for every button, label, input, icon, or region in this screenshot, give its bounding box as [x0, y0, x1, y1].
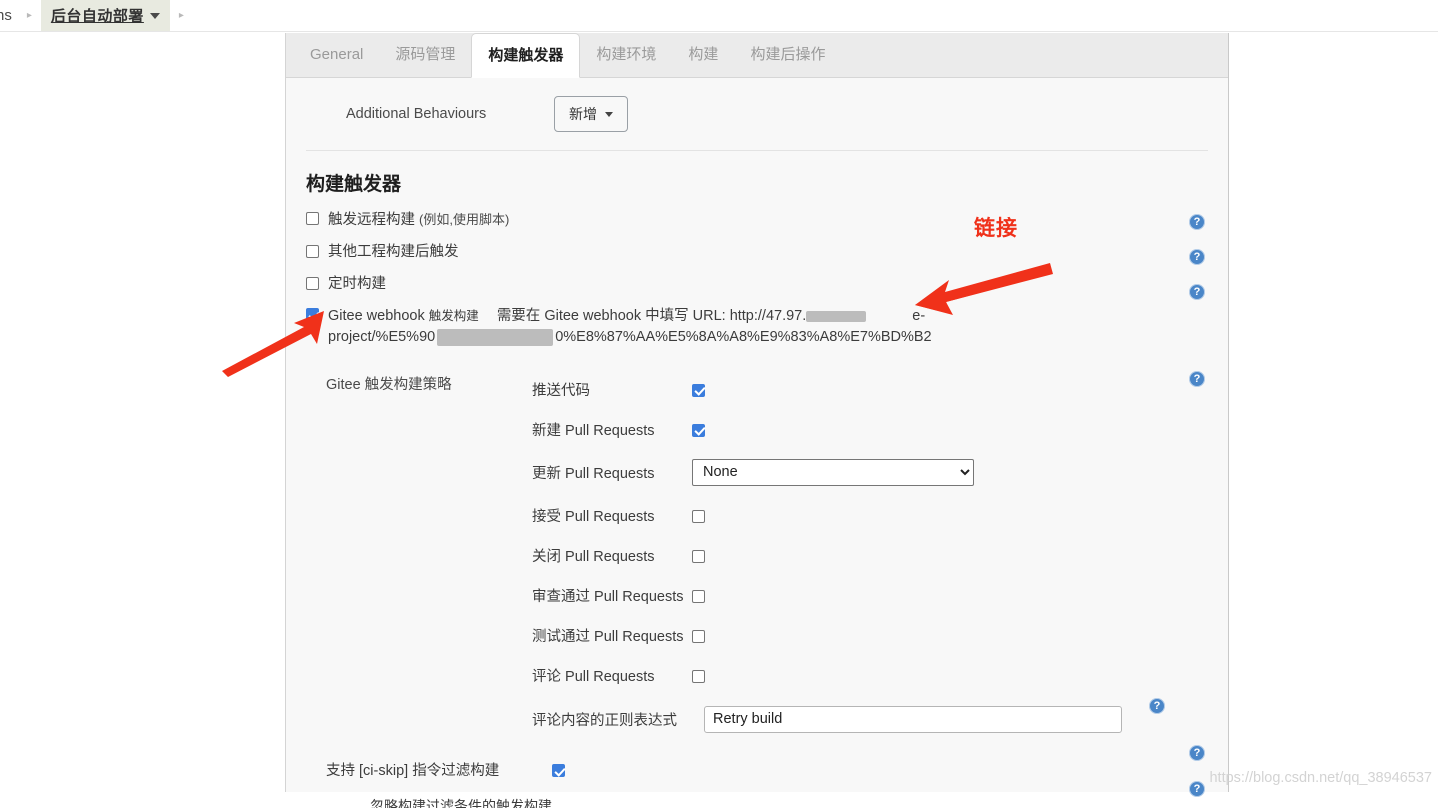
select-update-pull-requests[interactable]: None [692, 458, 974, 486]
trigger-label-remote-build: 触发远程构建 [328, 212, 420, 228]
trigger-row-scheduled-build[interactable]: 定时构建 [306, 269, 1228, 301]
gitee-trigger-strategy-block: Gitee 触发构建策略 推送代码 新建 Pull Requests 更新 Pu… [306, 355, 1228, 743]
help-icon-clipped-bottom[interactable]: ? [1189, 781, 1205, 797]
redaction-bar-url-path [437, 328, 554, 346]
field-row-push-code: 推送代码 [532, 369, 1228, 409]
field-row-new-pull-requests: 新建 Pull Requests [532, 409, 1228, 449]
checkbox-review-passed-pull-requests[interactable] [692, 589, 705, 603]
breadcrumb-active-label: 后台自动部署 [50, 8, 144, 25]
gitee-webhook-title-suffix: 触发构建 [428, 309, 479, 323]
tab-source-code-management[interactable]: 源码管理 [379, 33, 471, 77]
field-row-comment-pull-requests: 评论 Pull Requests [532, 655, 1228, 695]
add-behaviour-button[interactable]: 新增 [554, 96, 628, 132]
annotation-arrow-up-right [222, 311, 324, 377]
field-row-update-pull-requests: 更新 Pull Requests None [532, 449, 1228, 495]
trigger-row-after-other-projects[interactable]: 其他工程构建后触发 [306, 237, 1228, 269]
gitee-webhook-url-line2-suffix: 0%E8%87%AA%E5%8A%A8%E9%83%A8%E7%BD%B2 [555, 329, 932, 345]
redaction-bar-url-host [806, 310, 867, 322]
label-accept-pull-requests: 接受 Pull Requests [532, 508, 655, 525]
breadcrumb-separator-icon-2: ▸ [178, 10, 184, 21]
label-close-pull-requests: 关闭 Pull Requests [532, 548, 655, 565]
help-icon-scheduled-build[interactable]: ? [1189, 284, 1205, 300]
help-icon-comment-regex[interactable]: ? [1149, 698, 1165, 714]
tab-general[interactable]: General [294, 33, 379, 77]
build-triggers-form: 触发远程构建 (例如,使用脚本) 其他工程构建后触发 定时构建 Gitee we… [286, 204, 1228, 808]
field-row-review-passed-pull-requests: 审查通过 Pull Requests [532, 575, 1228, 615]
checkbox-trigger-scheduled-build[interactable] [306, 277, 319, 290]
field-row-test-passed-pull-requests: 测试通过 Pull Requests [532, 615, 1228, 655]
trigger-label-scheduled-build: 定时构建 [328, 276, 386, 292]
add-behaviour-label: 新增 [569, 106, 597, 122]
breadcrumb-separator-icon: ▸ [26, 10, 32, 21]
field-row-accept-pull-requests: 接受 Pull Requests [532, 495, 1228, 535]
help-icon-after-other-projects[interactable]: ? [1189, 249, 1205, 265]
trigger-label-after-other-projects: 其他工程构建后触发 [328, 244, 459, 260]
page-title: 构建触发器 [306, 174, 402, 195]
checkbox-trigger-remote-build[interactable] [306, 212, 319, 225]
gitee-webhook-url-prefix: 需要在 Gitee webhook 中填写 URL: http://47.97. [496, 308, 807, 324]
watermark-text: https://blog.csdn.net/qq_38946537 [1209, 770, 1432, 786]
field-row-ci-skip: 支持 [ci-skip] 指令过滤构建 [306, 743, 1228, 780]
checkbox-new-pull-requests[interactable] [692, 423, 705, 437]
field-row-close-pull-requests: 关闭 Pull Requests [532, 535, 1228, 575]
config-panel: General 源码管理 构建触发器 构建环境 构建 构建后操作 Additio… [285, 33, 1229, 808]
checkbox-accept-pull-requests[interactable] [692, 509, 705, 523]
gitee-webhook-url-line2-prefix: project/%E5%90 [328, 329, 436, 345]
checkbox-ci-skip[interactable] [552, 764, 565, 777]
label-update-pull-requests: 更新 Pull Requests [532, 465, 655, 482]
breadcrumb-item-clipped[interactable]: ns [0, 7, 18, 24]
checkbox-test-passed-pull-requests[interactable] [692, 629, 705, 643]
checkbox-close-pull-requests[interactable] [692, 549, 705, 563]
gitee-webhook-title: Gitee webhook [328, 308, 429, 324]
checkbox-push-code[interactable] [692, 383, 705, 397]
label-review-passed-pull-requests: 审查通过 Pull Requests [532, 588, 684, 605]
annotation-link-text: 链接 [974, 217, 1018, 240]
field-row-comment-regex: 评论内容的正则表达式 [532, 695, 1228, 743]
gitee-trigger-strategy-label: Gitee 触发构建策略 [326, 377, 452, 393]
checkbox-trigger-after-other-projects[interactable] [306, 245, 319, 258]
checkbox-comment-pull-requests[interactable] [692, 669, 705, 683]
label-new-pull-requests: 新建 Pull Requests [532, 422, 655, 439]
annotation-arrow-left [915, 263, 1053, 315]
tab-post-build-actions[interactable]: 构建后操作 [734, 33, 841, 77]
chevron-down-icon [605, 111, 613, 117]
trigger-sub-remote-build: (例如,使用脚本) [419, 212, 510, 227]
clipped-next-row-label: 忽略构建过滤条件的触发构建 [370, 798, 552, 808]
breadcrumb: ns ▸ 后台自动部署 ▸ [0, 0, 1438, 32]
help-icon-ci-skip[interactable]: ? [1189, 745, 1205, 761]
label-comment-regex: 评论内容的正则表达式 [532, 712, 677, 729]
help-icon-remote-build[interactable]: ? [1189, 214, 1205, 230]
label-test-passed-pull-requests: 测试通过 Pull Requests [532, 628, 684, 645]
tab-build[interactable]: 构建 [672, 33, 734, 77]
config-tab-strip: General 源码管理 构建触发器 构建环境 构建 构建后操作 [286, 33, 1228, 78]
breadcrumb-item-active[interactable]: 后台自动部署 [40, 0, 170, 31]
label-push-code: 推送代码 [532, 382, 590, 399]
gitee-trigger-strategy-fields: 推送代码 新建 Pull Requests 更新 Pull Requests N… [532, 369, 1228, 743]
additional-behaviours-label: Additional Behaviours [346, 106, 487, 122]
additional-behaviours-row: Additional Behaviours 新增 [306, 78, 1208, 151]
help-icon-gitee-strategy[interactable]: ? [1189, 371, 1205, 387]
tab-build-triggers[interactable]: 构建触发器 [471, 33, 581, 78]
chevron-down-icon[interactable] [149, 12, 160, 19]
label-comment-pull-requests: 评论 Pull Requests [532, 668, 655, 685]
trigger-row-gitee-webhook[interactable]: Gitee webhook 触发构建 需要在 Gitee webhook 中填写… [306, 301, 1228, 355]
tab-build-environment[interactable]: 构建环境 [580, 33, 672, 77]
trigger-row-remote-build[interactable]: 触发远程构建 (例如,使用脚本) [306, 204, 1228, 237]
input-comment-regex[interactable] [704, 705, 1122, 733]
label-ci-skip: 支持 [ci-skip] 指令过滤构建 [326, 763, 500, 779]
